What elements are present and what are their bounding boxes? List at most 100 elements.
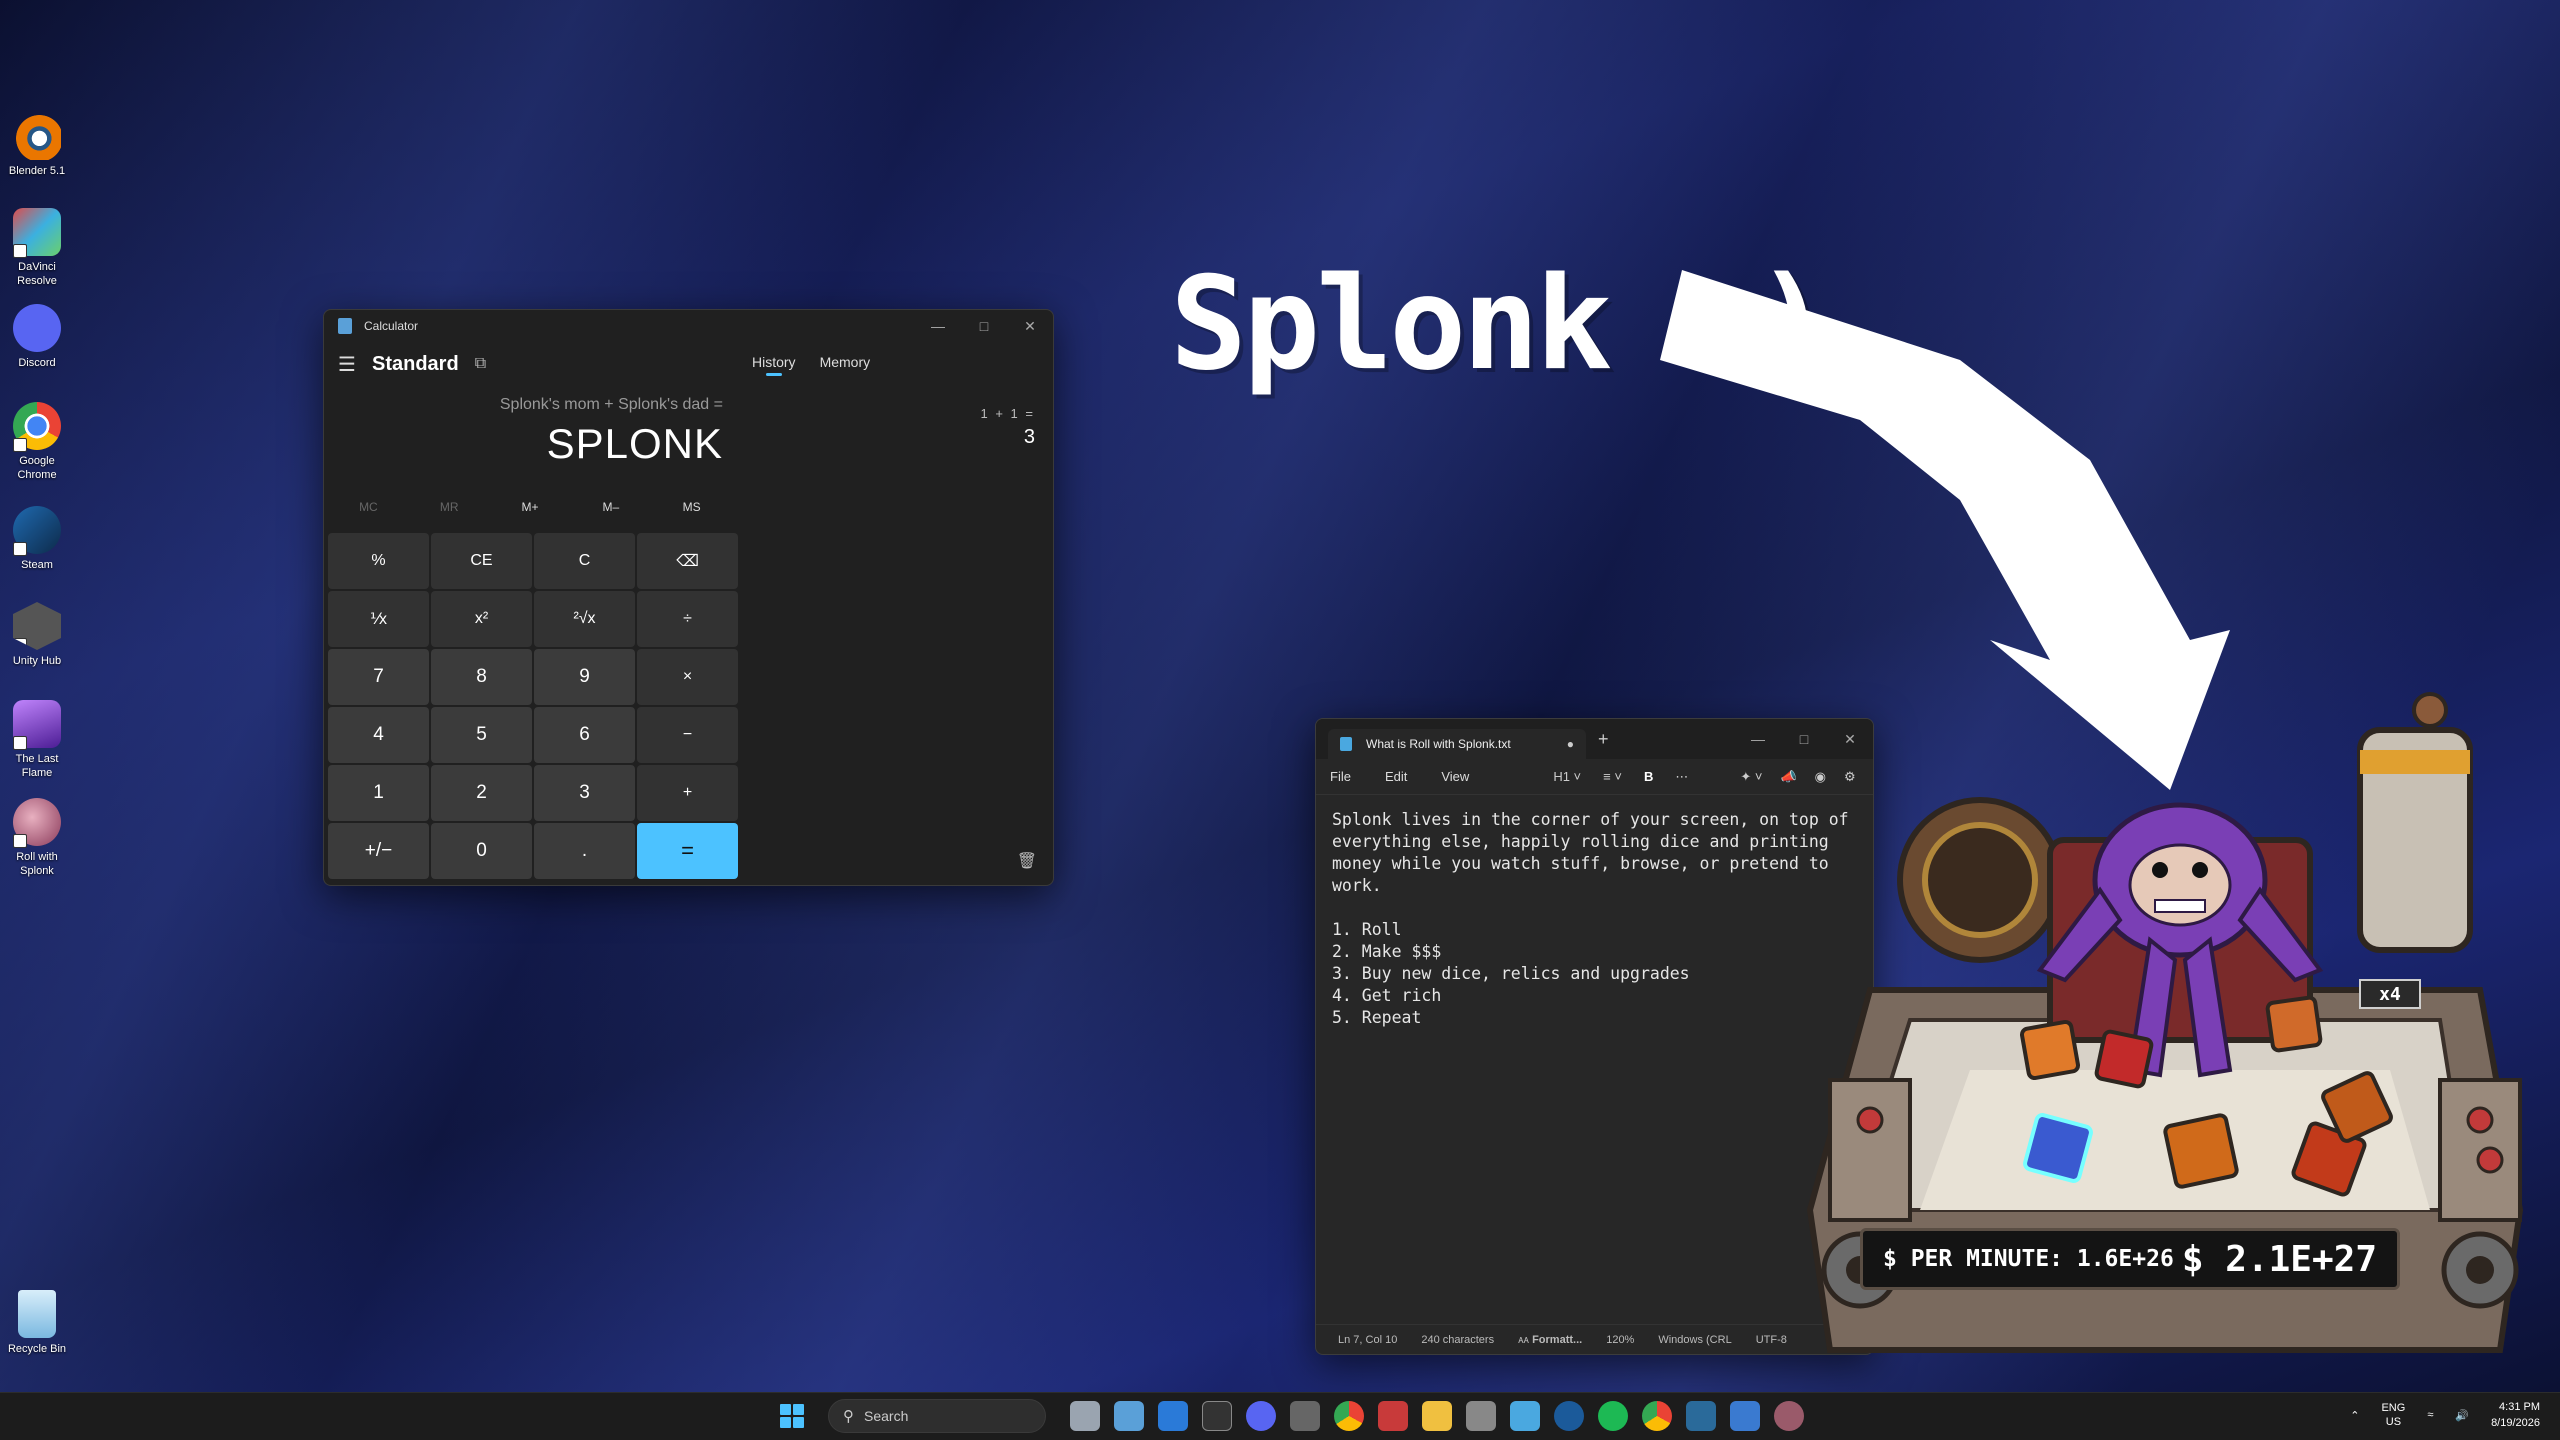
key-clear-entry[interactable]: CE [431, 533, 532, 589]
wifi-icon[interactable]: ≈ [2427, 1409, 2433, 1421]
desktop-icon-blender[interactable]: Blender 5.1 [4, 112, 70, 178]
notepad-tabbar[interactable]: What is Roll with Splonk.txt ● + — □ ✕ [1316, 719, 1873, 759]
key-7[interactable]: 7 [328, 649, 429, 705]
keep-on-top-icon[interactable]: ⧉ [475, 355, 486, 373]
key-6[interactable]: 6 [534, 707, 635, 763]
history-expression[interactable]: 1 + 1 = [981, 406, 1035, 421]
chrome-profile-taskbar-icon[interactable] [1642, 1401, 1672, 1431]
memory-store-button[interactable]: MS [651, 500, 732, 514]
key-5[interactable]: 5 [431, 707, 532, 763]
desktop-icon-the-last-flame[interactable]: The Last Flame [4, 700, 70, 780]
desktop-icon-discord[interactable]: Discord [4, 304, 70, 370]
key-backspace[interactable]: ⌫ [637, 533, 738, 589]
key-square-root[interactable]: ²√x [534, 591, 635, 647]
key-8[interactable]: 8 [431, 649, 532, 705]
heading-dropdown[interactable]: H1 ˅ [1553, 769, 1581, 784]
unity-taskbar-icon[interactable] [1290, 1401, 1320, 1431]
announcement-icon[interactable]: 📣 [1780, 769, 1796, 785]
task-view-icon[interactable] [1070, 1401, 1100, 1431]
chrome-taskbar-icon[interactable] [1334, 1401, 1364, 1431]
desktop-icon-recycle-bin[interactable]: Recycle Bin [4, 1290, 70, 1356]
language-indicator[interactable]: ENG US [2381, 1401, 2405, 1429]
splonk-taskbar-icon[interactable] [1774, 1401, 1804, 1431]
tab-memory[interactable]: Memory [820, 354, 871, 376]
memory-add-button[interactable]: M+ [490, 500, 571, 514]
desktop-icon-steam[interactable]: Steam [4, 506, 70, 572]
settings-taskbar-icon[interactable] [1466, 1401, 1496, 1431]
file-explorer-icon[interactable] [1422, 1401, 1452, 1431]
calculator-taskbar-icon[interactable] [1114, 1401, 1144, 1431]
calculator-titlebar[interactable]: Calculator — □ ✕ [324, 310, 1053, 342]
key-percent[interactable]: % [328, 533, 429, 589]
key-reciprocal[interactable]: ⅟x [328, 591, 429, 647]
key-clear[interactable]: C [534, 533, 635, 589]
die[interactable] [2265, 995, 2323, 1053]
key-1[interactable]: 1 [328, 765, 429, 821]
key-4[interactable]: 4 [328, 707, 429, 763]
visual-studio-icon[interactable] [1158, 1401, 1188, 1431]
volume-icon[interactable]: 🔊 [2455, 1409, 2469, 1422]
desktop-icon-roll-with-splonk[interactable]: Roll with Splonk [4, 798, 70, 878]
key-subtract[interactable]: − [637, 707, 738, 763]
more-icon[interactable]: ⋯ [1675, 769, 1688, 785]
splonk-game-widget[interactable]: x4 $ PER MINUTE: 1.6E+26 $ 2.1E+27 [1800, 690, 2540, 1370]
die[interactable] [2094, 1029, 2154, 1089]
status-formatting[interactable]: ᴀᴀ Formatt... [1518, 1334, 1582, 1346]
menu-view[interactable]: View [1441, 769, 1469, 784]
desktop-icon-unity-hub[interactable]: Unity Hub [4, 602, 70, 668]
taskbar-search[interactable]: ⚲ Search [828, 1399, 1046, 1433]
key-divide[interactable]: ÷ [637, 591, 738, 647]
status-position[interactable]: Ln 7, Col 10 [1338, 1334, 1397, 1346]
menu-edit[interactable]: Edit [1385, 769, 1407, 784]
start-windows-icon[interactable] [780, 1404, 804, 1428]
memory-clear-button[interactable]: MC [328, 500, 409, 514]
unsaved-dot-icon[interactable]: ● [1567, 737, 1574, 751]
davinci-taskbar-icon[interactable] [1686, 1401, 1716, 1431]
spotify-icon[interactable] [1598, 1401, 1628, 1431]
menu-hamburger-icon[interactable]: ☰ [338, 352, 366, 377]
key-add[interactable]: + [637, 765, 738, 821]
paint-icon[interactable] [1730, 1401, 1760, 1431]
close-button[interactable]: ✕ [1007, 318, 1053, 335]
steam-taskbar-icon[interactable] [1554, 1401, 1584, 1431]
key-decimal[interactable]: . [534, 823, 635, 879]
clear-history-trash-icon[interactable]: 🗑 [1017, 851, 1037, 871]
new-tab-plus-icon[interactable]: + [1598, 729, 1609, 750]
notepad-text-area[interactable]: Splonk lives in the corner of your scree… [1316, 795, 1873, 1043]
copilot-icon[interactable]: ✦ ˅ [1740, 769, 1762, 785]
key-equals[interactable]: = [637, 823, 738, 879]
status-encoding[interactable]: UTF-8 [1756, 1334, 1787, 1346]
tab-history[interactable]: History [752, 354, 796, 376]
key-2[interactable]: 2 [431, 765, 532, 821]
desktop-icon-chrome[interactable]: Google Chrome [4, 402, 70, 482]
menu-file[interactable]: File [1330, 769, 1351, 784]
show-hidden-icons-chevron-icon[interactable]: ⌃ [2350, 1409, 2359, 1422]
notepad-tab[interactable]: What is Roll with Splonk.txt ● [1328, 729, 1586, 759]
die[interactable] [2023, 1113, 2093, 1183]
key-0[interactable]: 0 [431, 823, 532, 879]
key-negate[interactable]: +/− [328, 823, 429, 879]
key-9[interactable]: 9 [534, 649, 635, 705]
notepad-minimize-button[interactable]: — [1735, 731, 1781, 748]
bold-icon[interactable]: B [1644, 769, 1653, 784]
maximize-button[interactable]: □ [961, 318, 1007, 335]
key-square[interactable]: x² [431, 591, 532, 647]
snipping-tool-icon[interactable] [1378, 1401, 1408, 1431]
die[interactable] [2019, 1019, 2081, 1081]
calculator-app-icon [338, 318, 352, 334]
key-3[interactable]: 3 [534, 765, 635, 821]
minimize-button[interactable]: — [915, 318, 961, 335]
list-dropdown-icon[interactable]: ≡ ˅ [1603, 769, 1622, 784]
terminal-icon[interactable] [1202, 1401, 1232, 1431]
desktop-icon-davinci[interactable]: DaVinci Resolve [4, 208, 70, 288]
discord-taskbar-icon[interactable] [1246, 1401, 1276, 1431]
clock[interactable]: 4:31 PM 8/19/2026 [2491, 1399, 2540, 1431]
notepad-taskbar-icon[interactable] [1510, 1401, 1540, 1431]
memory-recall-button[interactable]: MR [409, 500, 490, 514]
status-zoom[interactable]: 120% [1606, 1334, 1634, 1346]
history-result[interactable]: 3 [1024, 426, 1035, 449]
die[interactable] [2163, 1113, 2239, 1189]
key-multiply[interactable]: × [637, 649, 738, 705]
memory-subtract-button[interactable]: M– [570, 500, 651, 514]
status-line-ending[interactable]: Windows (CRL [1658, 1334, 1731, 1346]
